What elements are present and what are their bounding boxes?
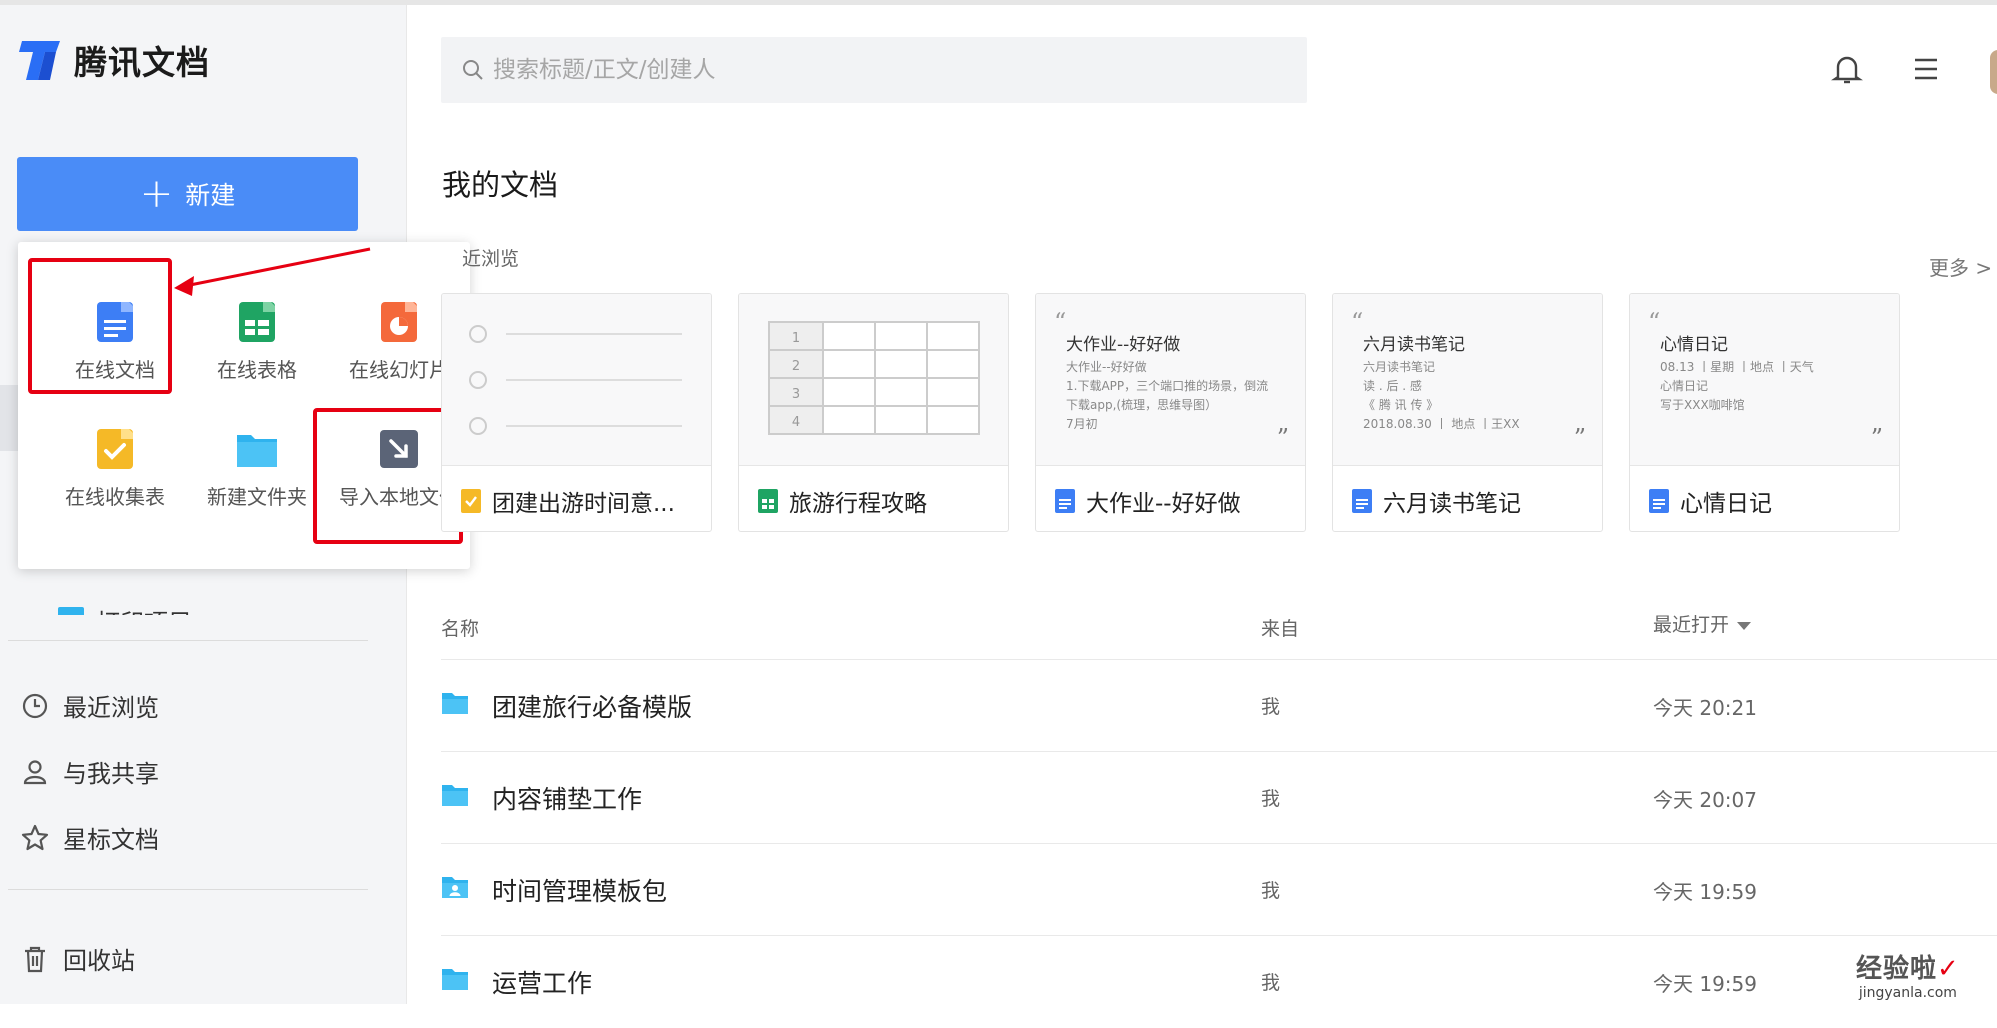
doc-icon [1649, 489, 1669, 513]
folder-icon [442, 969, 468, 990]
file-owner: 我 [1261, 972, 1281, 994]
row-number: 4 [792, 415, 800, 430]
preview-line: 1.下载APP，三个端口推的场景，倒流 [1066, 379, 1269, 393]
watermark-text: 经验啦 [1856, 954, 1938, 984]
card-preview: “ 六月读书笔记 六月读书笔记 读 . 后 . 感 《 腾 讯 传 》 2018… [1333, 294, 1602, 466]
search-bar[interactable] [441, 37, 1307, 103]
menu-icon[interactable] [1907, 50, 1945, 88]
row-number: 3 [792, 387, 800, 402]
doc-icon [1055, 489, 1075, 513]
check-icon: ✓ [1937, 954, 1960, 984]
file-owner: 我 [1261, 788, 1281, 810]
sheet-icon [758, 489, 778, 513]
avatar[interactable] [1990, 50, 1997, 94]
row-number: 2 [792, 359, 800, 374]
quote-close-icon: ” [1573, 424, 1586, 452]
preview-title: 六月读书笔记 [1363, 335, 1465, 355]
file-name: 运营工作 [492, 969, 593, 998]
column-header-from[interactable]: 来自 [1261, 614, 1299, 641]
column-header-opened[interactable]: 最近打开 [1653, 610, 1752, 637]
file-name: 团建旅行必备模版 [492, 693, 693, 722]
preview-line: 《 腾 讯 传 》 [1363, 398, 1439, 412]
recent-card[interactable]: “ 大作业--好好做 大作业--好好做 1.下载APP，三个端口推的场景，倒流 … [1035, 293, 1306, 532]
table-row[interactable]: 时间管理模板包 我 今天 19:59 [441, 844, 1997, 936]
file-owner: 我 [1261, 696, 1281, 718]
quote-close-icon: ” [1870, 424, 1883, 452]
file-opened-time: 今天 19:59 [1653, 972, 1757, 996]
folder-icon [442, 693, 468, 714]
card-preview: “ 心情日记 08.13 丨星期 丨地点 丨天气 心情日记 写于XXX咖啡馆 ” [1630, 294, 1899, 466]
preview-line: 大作业--好好做 [1066, 360, 1147, 374]
card-title: 大作业--好好做 [1086, 491, 1241, 517]
column-header-label: 最近打开 [1653, 614, 1730, 636]
preview-line: 六月读书笔记 [1363, 360, 1436, 374]
more-link[interactable]: 更多 > [1929, 252, 1992, 281]
file-opened-time: 今天 19:59 [1653, 880, 1757, 904]
page-title: 我的文档 [442, 168, 559, 202]
preview-line: 读 . 后 . 感 [1363, 379, 1422, 393]
preview-title: 心情日记 [1660, 335, 1728, 355]
column-header-name[interactable]: 名称 [441, 614, 479, 641]
quote-open-icon: “ [1054, 308, 1067, 336]
preview-line: 08.13 丨星期 丨地点 丨天气 [1660, 360, 1814, 374]
card-title: 心情日记 [1680, 491, 1772, 517]
file-opened-time: 今天 20:07 [1653, 788, 1757, 812]
recent-card[interactable]: “ 六月读书笔记 六月读书笔记 读 . 后 . 感 《 腾 讯 传 》 2018… [1332, 293, 1603, 532]
form-preview-graphic [469, 325, 682, 435]
recent-card[interactable]: “ 心情日记 08.13 丨星期 丨地点 丨天气 心情日记 写于XXX咖啡馆 ”… [1629, 293, 1900, 532]
watermark-url: jingyanla.com [1858, 985, 1957, 1001]
card-title: 六月读书笔记 [1383, 491, 1521, 517]
form-icon [461, 489, 481, 513]
recent-card[interactable]: 团建出游时间意... [441, 293, 712, 532]
card-preview: 1 2 3 4 [739, 294, 1008, 466]
file-name: 时间管理模板包 [492, 877, 668, 906]
card-footer: 大作业--好好做 [1054, 484, 1241, 518]
recent-section-label: 近浏览 [462, 248, 520, 270]
quote-open-icon: “ [1351, 308, 1364, 336]
file-opened-time: 今天 20:21 [1653, 696, 1757, 720]
file-name: 内容铺垫工作 [492, 785, 643, 814]
table-row[interactable]: 团建旅行必备模版 我 今天 20:21 [441, 660, 1997, 752]
card-footer: 六月读书笔记 [1351, 484, 1521, 518]
quote-close-icon: ” [1276, 424, 1289, 452]
bell-icon[interactable] [1828, 50, 1866, 88]
sort-caret-icon [1737, 621, 1752, 630]
preview-title: 大作业--好好做 [1066, 335, 1181, 355]
search-input[interactable] [493, 57, 1193, 83]
sheet-preview-graphic: 1 2 3 4 [768, 321, 980, 435]
card-title: 旅游行程攻略 [789, 491, 927, 517]
shared-folder-icon [442, 877, 468, 898]
file-owner: 我 [1261, 880, 1281, 902]
preview-line: 写于XXX咖啡馆 [1660, 398, 1745, 412]
table-row[interactable]: 运营工作 我 今天 19:59 [441, 936, 1997, 1028]
preview-line: 下载app,(梳理，思维导图） [1066, 398, 1218, 412]
recent-card[interactable]: 1 2 3 4 旅游行程攻略 [738, 293, 1009, 532]
card-preview [442, 294, 711, 466]
table-row[interactable]: 内容铺垫工作 我 今天 20:07 [441, 752, 1997, 844]
card-preview: “ 大作业--好好做 大作业--好好做 1.下载APP，三个端口推的场景，倒流 … [1036, 294, 1305, 466]
search-icon [463, 60, 483, 80]
folder-icon [442, 785, 468, 806]
card-footer: 团建出游时间意... [460, 484, 675, 518]
watermark: 经验啦✓ jingyanla.com [1856, 948, 1960, 1001]
preview-line: 心情日记 [1660, 379, 1709, 393]
preview-line: 7月初 [1066, 417, 1098, 431]
preview-line: 2018.08.30 丨 地点 丨王XX [1363, 417, 1520, 431]
row-number: 1 [792, 331, 800, 346]
quote-open-icon: “ [1648, 308, 1661, 336]
card-footer: 心情日记 [1648, 484, 1772, 518]
card-title: 团建出游时间意... [492, 491, 675, 517]
card-footer: 旅游行程攻略 [757, 484, 927, 518]
doc-icon [1352, 489, 1372, 513]
